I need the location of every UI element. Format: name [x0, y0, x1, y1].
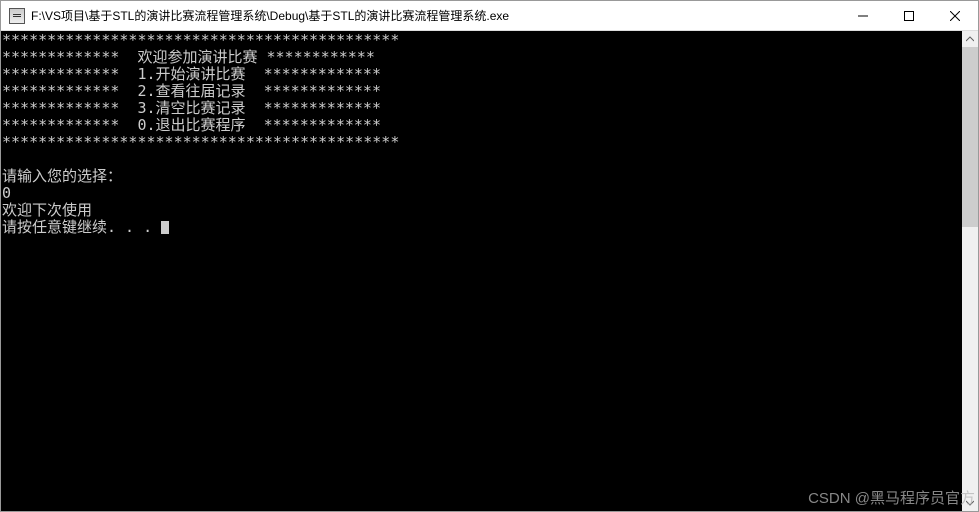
minimize-button[interactable] — [840, 1, 886, 30]
menu-header: ************* 欢迎参加演讲比赛 ************ — [2, 48, 375, 66]
scroll-down-button[interactable] — [962, 495, 978, 511]
close-button[interactable] — [932, 1, 978, 30]
menu-item-0: ************* 0.退出比赛程序 ************* — [2, 116, 381, 134]
scrollbar-track[interactable] — [962, 47, 978, 495]
menu-item-2: ************* 2.查看往届记录 ************* — [2, 82, 381, 100]
close-icon — [950, 11, 960, 21]
continue-text: 请按任意键继续. . . — [2, 218, 161, 236]
chevron-up-icon — [966, 35, 974, 43]
app-icon — [9, 8, 25, 24]
menu-item-1: ************* 1.开始演讲比赛 ************* — [2, 65, 381, 83]
maximize-icon — [904, 11, 914, 21]
maximize-button[interactable] — [886, 1, 932, 30]
goodbye-text: 欢迎下次使用 — [2, 201, 92, 219]
chevron-down-icon — [966, 499, 974, 507]
menu-border-top: ****************************************… — [2, 31, 399, 49]
user-input: 0 — [2, 184, 11, 202]
menu-item-3: ************* 3.清空比赛记录 ************* — [2, 99, 381, 117]
cursor — [161, 221, 169, 234]
minimize-icon — [858, 11, 868, 21]
scrollbar-thumb[interactable] — [962, 47, 978, 227]
titlebar[interactable]: F:\VS项目\基于STL的演讲比赛流程管理系统\Debug\基于STL的演讲比… — [1, 1, 978, 31]
client-area: ****************************************… — [1, 31, 978, 511]
prompt-text: 请输入您的选择： — [2, 167, 122, 185]
window-controls — [840, 1, 978, 30]
vertical-scrollbar[interactable] — [962, 31, 978, 511]
console-output[interactable]: ****************************************… — [1, 31, 962, 511]
app-window: F:\VS项目\基于STL的演讲比赛流程管理系统\Debug\基于STL的演讲比… — [0, 0, 979, 512]
menu-border-bottom: ****************************************… — [2, 133, 399, 151]
window-title: F:\VS项目\基于STL的演讲比赛流程管理系统\Debug\基于STL的演讲比… — [31, 7, 840, 24]
scroll-up-button[interactable] — [962, 31, 978, 47]
